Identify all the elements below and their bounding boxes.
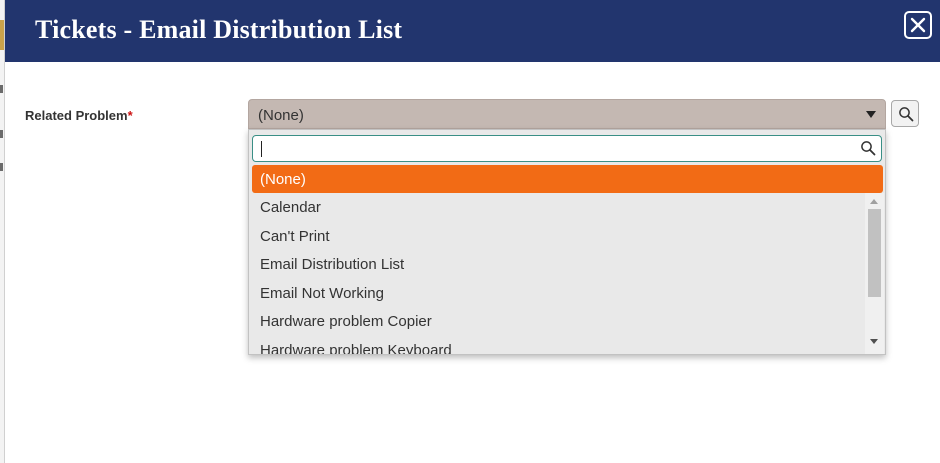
dropdown-option[interactable]: Hardware problem Copier	[249, 307, 864, 336]
lookup-button[interactable]	[891, 100, 919, 127]
dropdown-option[interactable]: Can't Print	[249, 222, 864, 251]
related-problem-label-text: Related Problem	[25, 108, 128, 123]
dropdown-option-selected[interactable]: (None)	[252, 165, 883, 193]
modal-header: Tickets - Email Distribution List	[5, 0, 940, 62]
select-value: (None)	[258, 107, 304, 124]
related-problem-label: Related Problem*	[25, 108, 133, 123]
search-icon	[861, 141, 876, 156]
text-cursor	[261, 141, 262, 157]
dropdown-option[interactable]: Calendar	[249, 193, 864, 222]
dropdown-option-label: Hardware problem Copier	[260, 313, 432, 330]
background-app-glyph	[0, 163, 3, 171]
dropdown-option[interactable]: Email Not Working	[249, 279, 864, 308]
background-app-glyph	[0, 85, 3, 93]
required-mark: *	[127, 108, 133, 123]
page: Tickets - Email Distribution List Relate…	[0, 0, 940, 463]
dropdown-scrollbar[interactable]	[865, 193, 884, 354]
caret-down-icon	[866, 111, 876, 118]
dropdown-option-label: Hardware problem Keyboard	[260, 341, 452, 355]
dropdown-option[interactable]: Email Distribution List	[249, 250, 864, 279]
modal-dialog: Tickets - Email Distribution List Relate…	[4, 0, 940, 463]
modal-title: Tickets - Email Distribution List	[35, 15, 403, 44]
dropdown-option-label: Email Not Working	[260, 284, 384, 302]
close-button[interactable]	[904, 11, 932, 39]
scrollbar-thumb[interactable]	[868, 209, 881, 297]
dropdown-panel: (None) Calendar Can't Print Email Distri…	[248, 129, 886, 355]
dropdown-option[interactable]: Hardware problem Keyboard	[249, 336, 864, 355]
search-icon	[899, 107, 914, 122]
scroll-up-arrow-icon[interactable]	[870, 199, 878, 204]
close-icon	[910, 17, 926, 33]
dropdown-search-input[interactable]	[252, 135, 882, 162]
dropdown-option-label: Email Distribution List	[260, 256, 405, 273]
dropdown-option-label: (None)	[260, 171, 306, 188]
dropdown-option-label: Calendar	[260, 199, 321, 216]
scroll-down-arrow-icon[interactable]	[870, 339, 878, 344]
background-app-glyph	[0, 130, 3, 138]
dropdown-option-label: Can't Print	[260, 227, 330, 245]
dropdown-options-list: Calendar Can't Print Email Distribution …	[249, 193, 864, 354]
related-problem-select[interactable]: (None)	[248, 99, 886, 129]
